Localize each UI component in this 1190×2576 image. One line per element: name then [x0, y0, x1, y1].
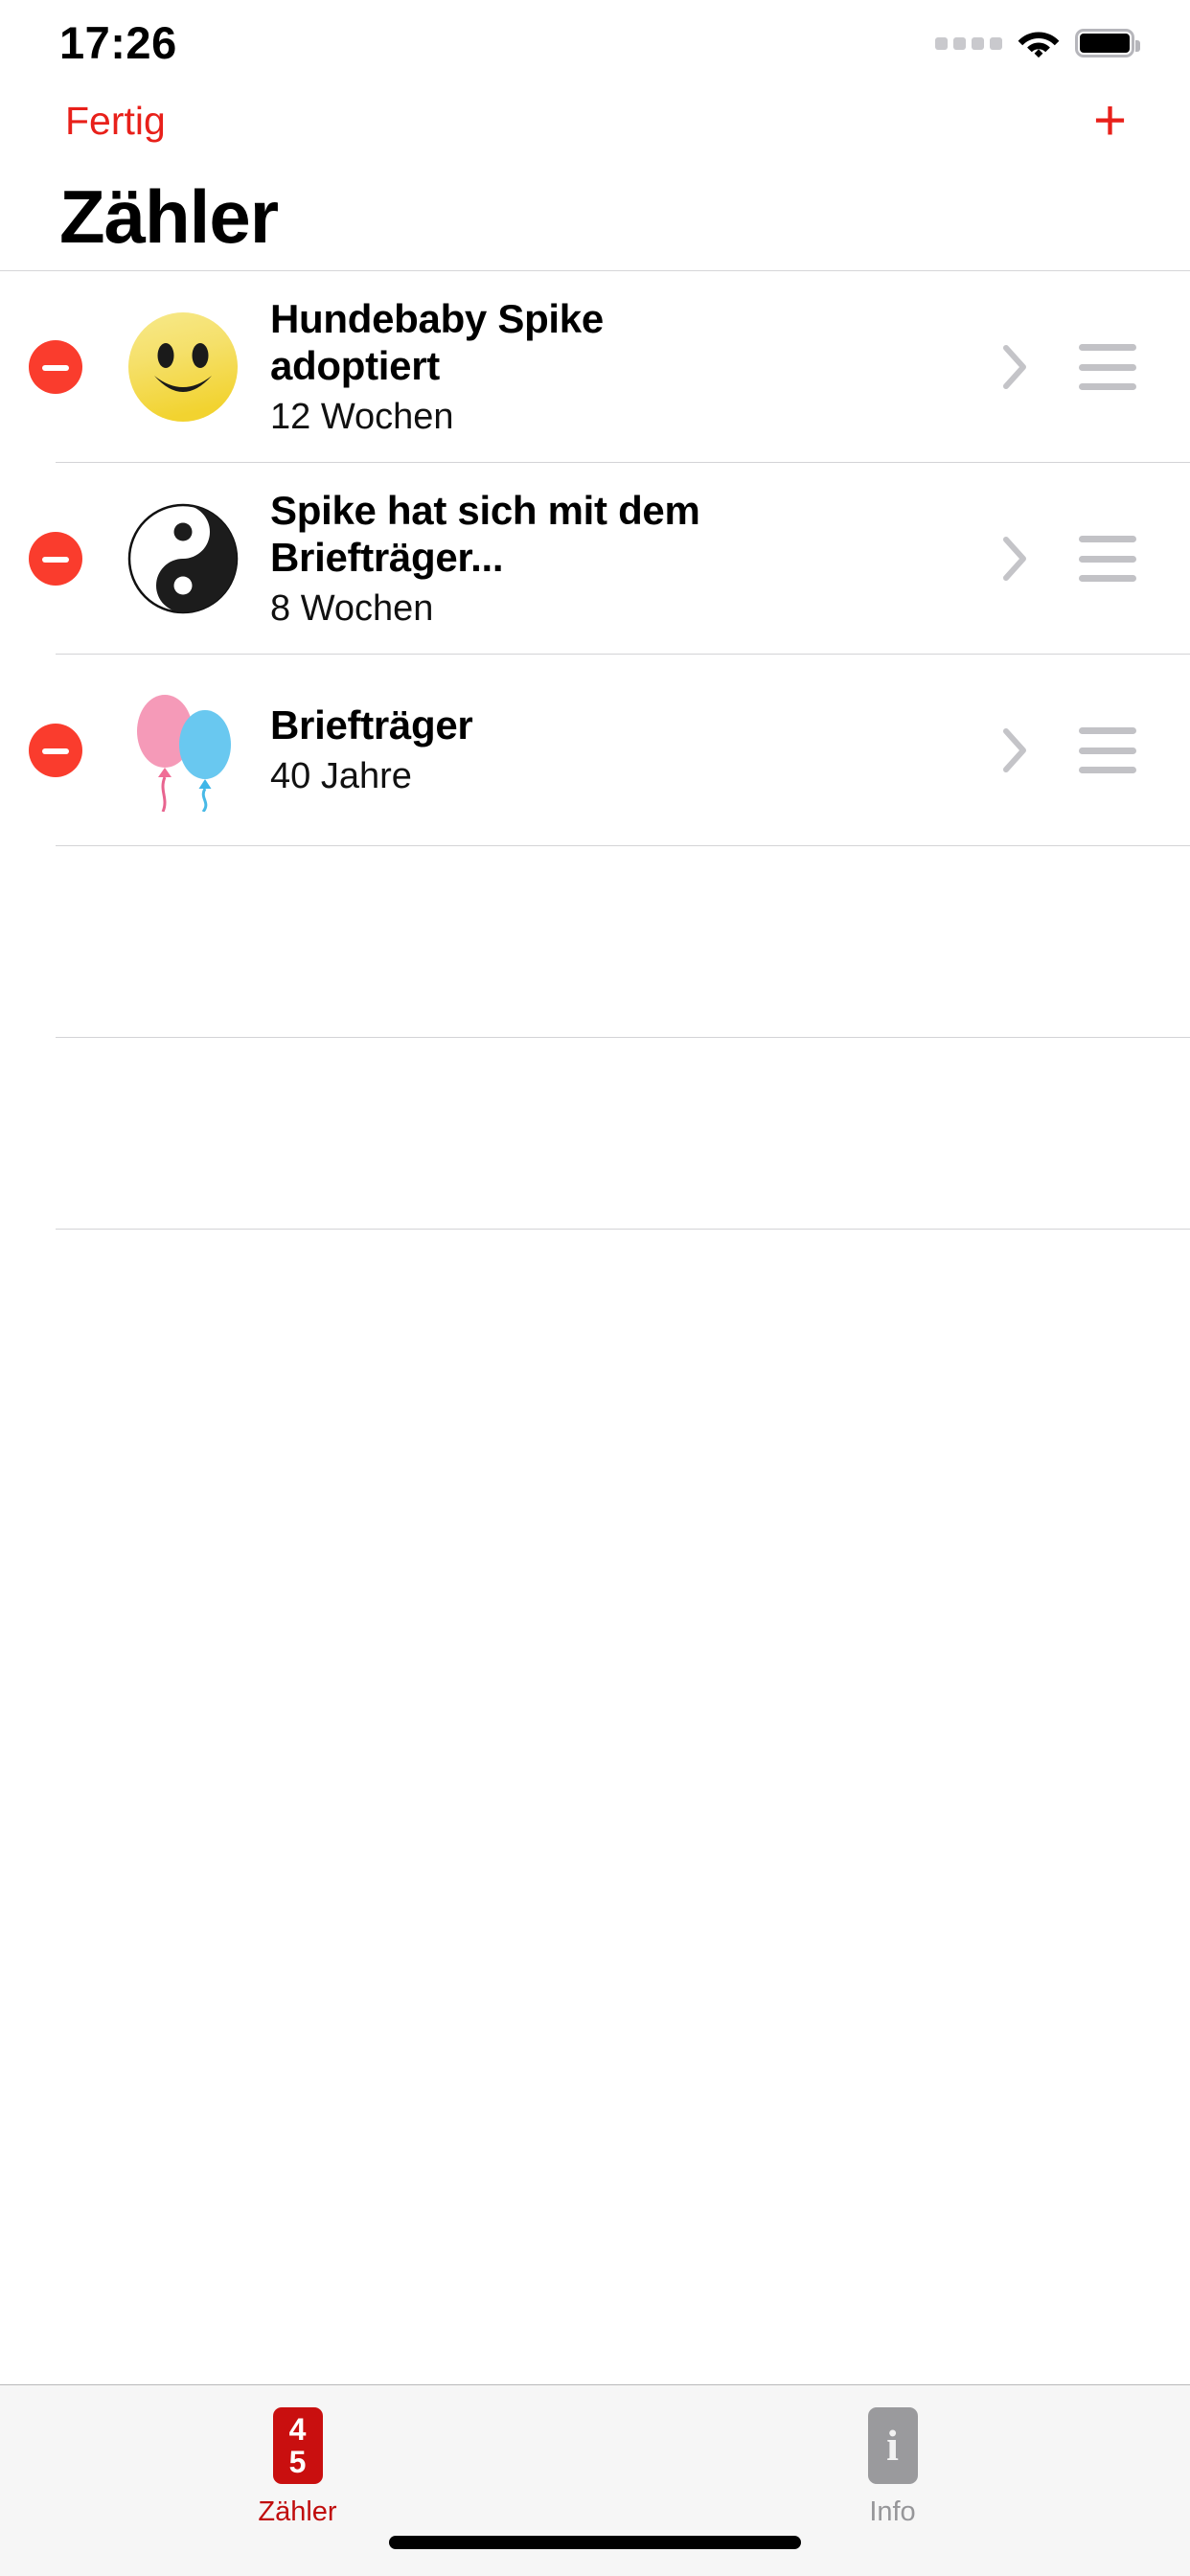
empty-list-row	[0, 1230, 1190, 1421]
tab-info[interactable]: i Info	[595, 2403, 1190, 2526]
nav-bar: Fertig +	[0, 79, 1190, 163]
table-row[interactable]: Briefträger 40 Jahre	[0, 655, 1190, 846]
status-indicators	[935, 28, 1140, 58]
status-time: 17:26	[59, 16, 177, 68]
info-icon: i	[864, 2403, 922, 2489]
counter-list: Hundebaby Spike adoptiert 12 Wochen Spik…	[0, 270, 1190, 2384]
tab-counter-label: Zähler	[258, 2496, 337, 2527]
home-indicator[interactable]	[389, 2536, 801, 2549]
row-subtitle: 12 Wochen	[270, 396, 454, 437]
row-text-block: Spike hat sich mit dem Briefträger... 8 …	[270, 487, 996, 632]
chevron-right-icon[interactable]	[996, 722, 1035, 779]
smiling-face-emoji	[121, 305, 245, 429]
empty-list-row	[0, 1038, 1190, 1230]
row-text-block: Briefträger 40 Jahre	[270, 702, 996, 798]
tab-bar: 4 5 Zähler i Info	[0, 2384, 1190, 2576]
yin-yang-emoji	[121, 496, 245, 621]
calendar-counter-icon: 4 5	[269, 2403, 327, 2489]
chevron-right-icon[interactable]	[996, 338, 1035, 396]
page-title: Zähler	[59, 174, 279, 259]
add-counter-button[interactable]: +	[1080, 92, 1140, 150]
minus-circle-icon[interactable]	[29, 340, 82, 394]
large-title-container: Zähler	[0, 163, 1190, 270]
cellular-dots-icon	[935, 36, 1002, 50]
info-icon-glyph: i	[867, 2407, 918, 2484]
battery-full-icon	[1075, 29, 1140, 58]
row-text-block: Hundebaby Spike adoptiert 12 Wochen	[270, 295, 996, 440]
table-row[interactable]: Hundebaby Spike adoptiert 12 Wochen	[0, 271, 1190, 463]
chevron-right-icon[interactable]	[996, 530, 1035, 587]
phone-screen: 17:26 Fertig + Zähler Hundebaby Spike ad…	[0, 0, 1190, 2576]
done-button[interactable]: Fertig	[59, 94, 172, 149]
row-subtitle: 8 Wochen	[270, 587, 434, 629]
minus-circle-icon[interactable]	[29, 532, 82, 586]
calendar-icon-bottom-number: 5	[288, 2445, 307, 2479]
minus-circle-icon[interactable]	[29, 724, 82, 777]
tab-info-label: Info	[869, 2496, 916, 2527]
reorder-handle-icon[interactable]	[1079, 536, 1136, 582]
balloons-emoji	[121, 688, 245, 813]
row-title: Briefträger	[270, 702, 473, 748]
tab-counter[interactable]: 4 5 Zähler	[0, 2403, 595, 2526]
wifi-icon	[1018, 32, 1060, 58]
row-title: Hundebaby Spike adoptiert	[270, 295, 604, 389]
row-subtitle: 40 Jahre	[270, 755, 412, 796]
calendar-icon-top-number: 4	[288, 2412, 307, 2447]
empty-list-row	[0, 846, 1190, 1038]
status-bar: 17:26	[0, 0, 1190, 79]
row-title: Spike hat sich mit dem Briefträger...	[270, 487, 700, 581]
table-row[interactable]: Spike hat sich mit dem Briefträger... 8 …	[0, 463, 1190, 655]
reorder-handle-icon[interactable]	[1079, 344, 1136, 390]
reorder-handle-icon[interactable]	[1079, 727, 1136, 773]
